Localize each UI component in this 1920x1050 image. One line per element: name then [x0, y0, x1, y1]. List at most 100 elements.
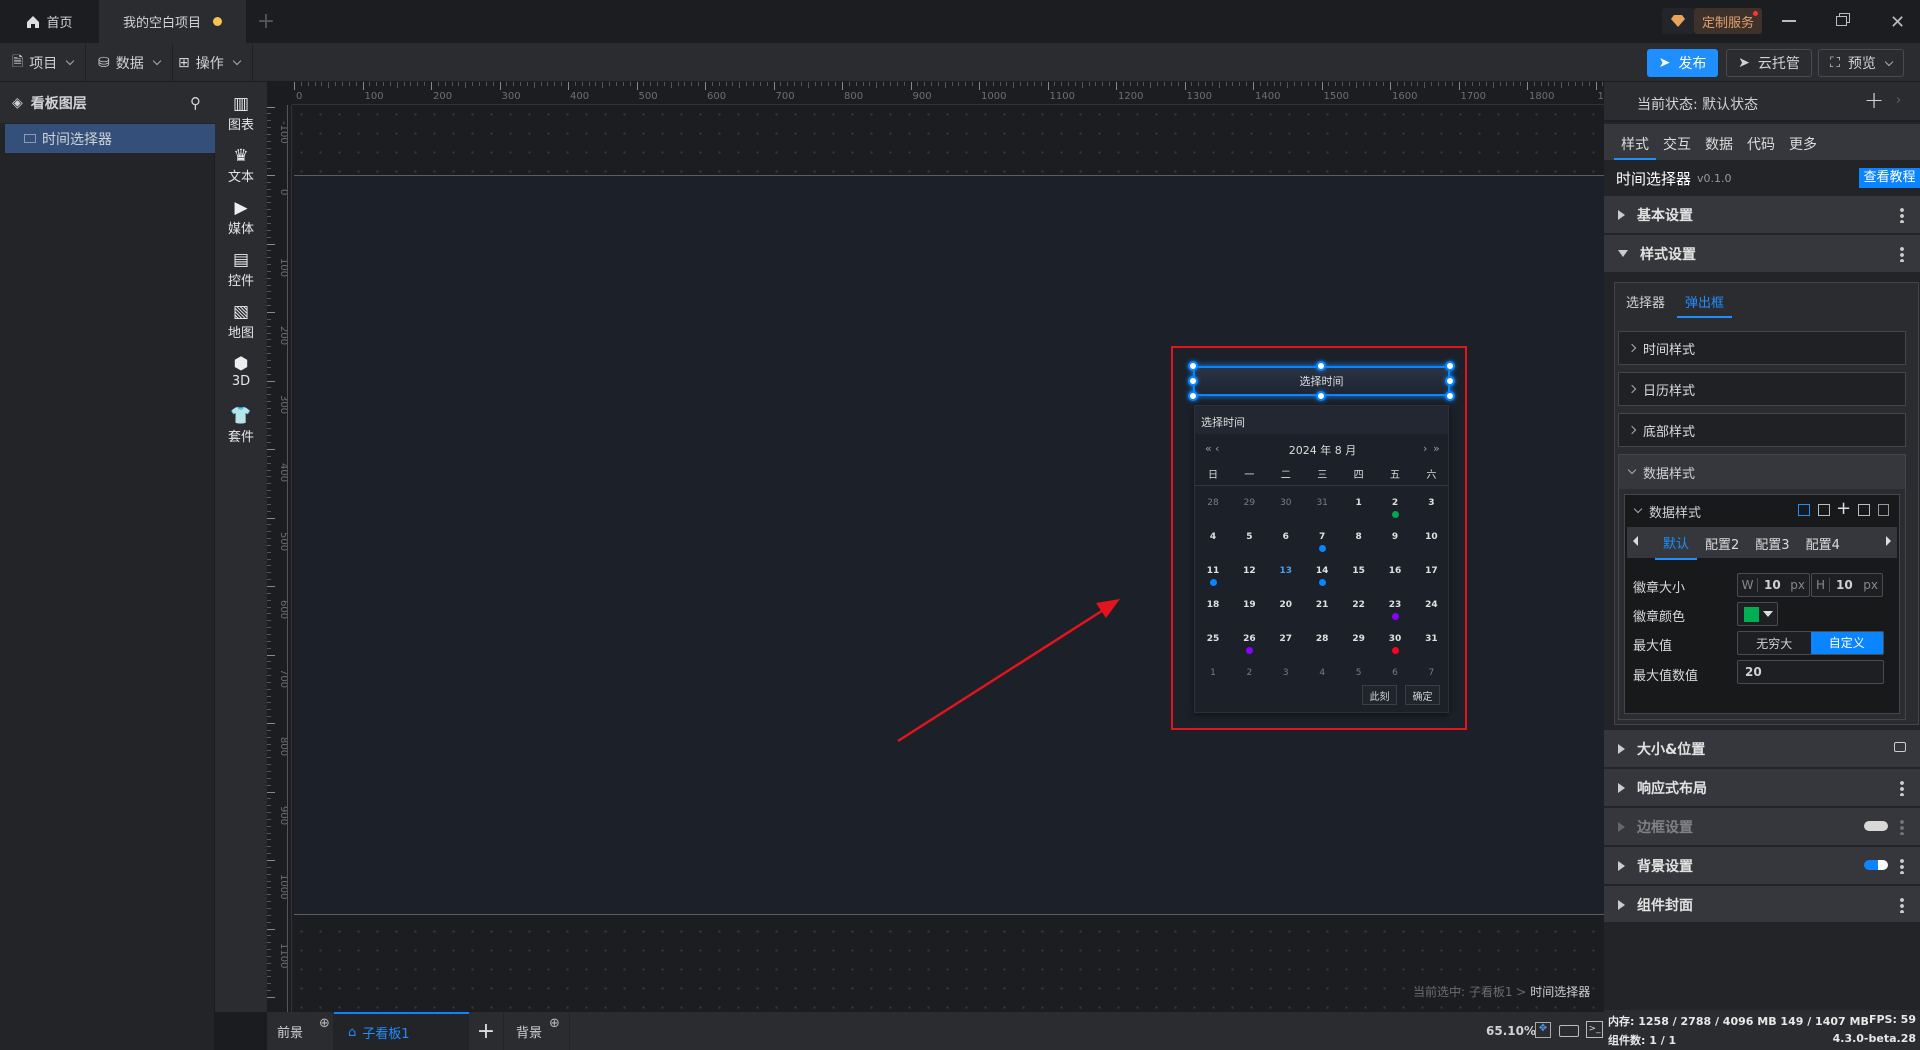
calendar-day[interactable]: 6 [1268, 532, 1304, 542]
close-icon[interactable]: ✕ [1890, 12, 1905, 33]
split-layout-icon[interactable] [1818, 504, 1830, 516]
calendar-day[interactable]: 22 [1341, 600, 1377, 610]
menu-project[interactable]: 🗎 项目 [0, 43, 87, 82]
calendar-day[interactable]: 2 [1231, 668, 1267, 678]
calendar-day[interactable]: 12 [1231, 566, 1267, 576]
scroll-right-icon[interactable] [1886, 536, 1891, 546]
panel-tab[interactable]: 更多 [1782, 124, 1824, 160]
calendar-day[interactable]: 4 [1304, 668, 1340, 678]
panel-tab[interactable]: 样式 [1614, 124, 1656, 160]
custom-service-button[interactable]: 定制服务 [1694, 8, 1762, 34]
section-item[interactable]: 组件封面 [1604, 886, 1920, 924]
calendar-day[interactable]: 7 [1304, 532, 1340, 552]
more-icon[interactable] [1900, 858, 1904, 874]
component-map[interactable]: ▧ 地图 [215, 302, 267, 341]
prev-year-button[interactable]: « [1205, 442, 1212, 455]
keyboard-icon[interactable] [1559, 1025, 1579, 1037]
calendar-day[interactable]: 17 [1413, 566, 1449, 576]
badge-height-field[interactable]: H 10 px [1811, 573, 1883, 597]
calendar-day[interactable]: 1 [1195, 668, 1231, 678]
calendar-day[interactable]: 14 [1304, 566, 1340, 586]
more-icon[interactable] [1900, 207, 1904, 223]
trash-icon[interactable] [1878, 504, 1889, 516]
calendar-day[interactable]: 5 [1231, 532, 1267, 542]
lock-icon[interactable] [1894, 742, 1906, 752]
new-tab-button[interactable]: + [246, 0, 286, 43]
panel-tab[interactable]: 交互 [1656, 124, 1698, 160]
component-chart[interactable]: ▥ 图表 [215, 94, 267, 133]
tab-background[interactable]: 背景 ⊕ [504, 1012, 570, 1050]
config-tab[interactable]: 配置2 [1697, 527, 1747, 559]
max-custom-option[interactable]: 自定义 [1810, 632, 1883, 654]
config-tab[interactable]: 配置3 [1747, 527, 1797, 559]
more-icon[interactable] [1900, 780, 1904, 796]
cloud-hosting-button[interactable]: ➤ 云托管 [1726, 49, 1812, 77]
section-item[interactable]: 响应式布局 [1604, 769, 1920, 807]
resize-handle[interactable] [1316, 391, 1326, 401]
preview-button[interactable]: ⛶ 预览 [1818, 49, 1904, 77]
badge-width-field[interactable]: W 10 px [1737, 573, 1810, 597]
background-toggle[interactable] [1864, 860, 1888, 870]
calendar-day[interactable]: 5 [1341, 668, 1377, 678]
add-config-icon[interactable]: + [1836, 498, 1851, 519]
subsection-calendar-style[interactable]: 日历样式 [1618, 372, 1906, 406]
calendar-day[interactable]: 7 [1413, 668, 1449, 678]
calendar-day[interactable]: 26 [1231, 634, 1267, 654]
resize-handle[interactable] [1188, 361, 1198, 371]
calendar-day[interactable]: 13 [1268, 566, 1304, 576]
add-state-icon[interactable]: + [1864, 86, 1884, 114]
calendar-day[interactable]: 20 [1268, 600, 1304, 610]
resize-handle[interactable] [1188, 391, 1198, 401]
calendar-day[interactable]: 10 [1413, 532, 1449, 542]
section-item[interactable]: 大小&位置 [1604, 730, 1920, 768]
tab-subboard[interactable]: ⌂ 子看板1 [334, 1012, 469, 1050]
badge-color-picker[interactable] [1737, 602, 1778, 626]
now-button[interactable]: 此刻 [1362, 685, 1397, 705]
calendar-day[interactable]: 29 [1231, 498, 1267, 508]
component-media[interactable]: ▶ 媒体 [215, 198, 267, 237]
confirm-button[interactable]: 确定 [1405, 685, 1440, 705]
max-infinite-option[interactable]: 无穷大 [1738, 635, 1811, 652]
resize-handle[interactable] [1188, 376, 1198, 386]
calendar-day[interactable]: 24 [1413, 600, 1449, 610]
component-text[interactable]: ♛ 文本 [215, 146, 267, 185]
panel-tab[interactable]: 数据 [1698, 124, 1740, 160]
section-item[interactable]: 边框设置 [1604, 808, 1920, 846]
calendar-day[interactable]: 8 [1341, 532, 1377, 542]
menu-operation[interactable]: ⊞ 操作 [166, 43, 253, 82]
publish-button[interactable]: ➤ 发布 [1647, 49, 1718, 77]
resize-handle[interactable] [1445, 391, 1455, 401]
layer-item[interactable]: 时间选择器 [5, 124, 215, 153]
calendar-day[interactable]: 30 [1268, 498, 1304, 508]
resize-handle[interactable] [1445, 376, 1455, 386]
calendar-day[interactable]: 31 [1413, 634, 1449, 644]
section-item[interactable]: 背景设置 [1604, 847, 1920, 885]
calendar-day[interactable]: 4 [1195, 532, 1231, 542]
calendar-day[interactable]: 30 [1377, 634, 1413, 654]
more-icon[interactable] [1900, 897, 1904, 913]
config-tab[interactable]: 默认 [1655, 526, 1698, 560]
layout-icon[interactable] [1798, 504, 1810, 516]
calendar-day[interactable]: 18 [1195, 600, 1231, 610]
calendar-day[interactable]: 15 [1341, 566, 1377, 576]
prev-month-button[interactable]: ‹ [1215, 442, 1219, 455]
scroll-left-icon[interactable] [1633, 536, 1638, 546]
calendar-day[interactable]: 16 [1377, 566, 1413, 576]
calendar-day[interactable]: 28 [1304, 634, 1340, 644]
section-style[interactable]: 样式设置 [1604, 235, 1920, 273]
style-tab-selector[interactable]: 选择器 [1626, 292, 1665, 311]
calendar-day[interactable]: 23 [1377, 600, 1413, 620]
calendar-day[interactable]: 6 [1377, 668, 1413, 678]
config-tab[interactable]: 配置4 [1798, 527, 1848, 559]
calendar-day[interactable]: 28 [1195, 498, 1231, 508]
copy-icon[interactable] [1858, 504, 1870, 516]
add-circle-icon[interactable]: ⊕ [549, 1016, 560, 1031]
calendar-day[interactable]: 19 [1231, 600, 1267, 610]
resize-handle[interactable] [1445, 361, 1455, 371]
calendar-day[interactable]: 9 [1377, 532, 1413, 542]
calendar-day[interactable]: 31 [1304, 498, 1340, 508]
component-cube[interactable]: ⬢ 3D [215, 354, 267, 389]
calendar-day[interactable]: 27 [1268, 634, 1304, 644]
calendar-day[interactable]: 21 [1304, 600, 1340, 610]
config-header[interactable]: 数据样式 + [1625, 495, 1899, 527]
